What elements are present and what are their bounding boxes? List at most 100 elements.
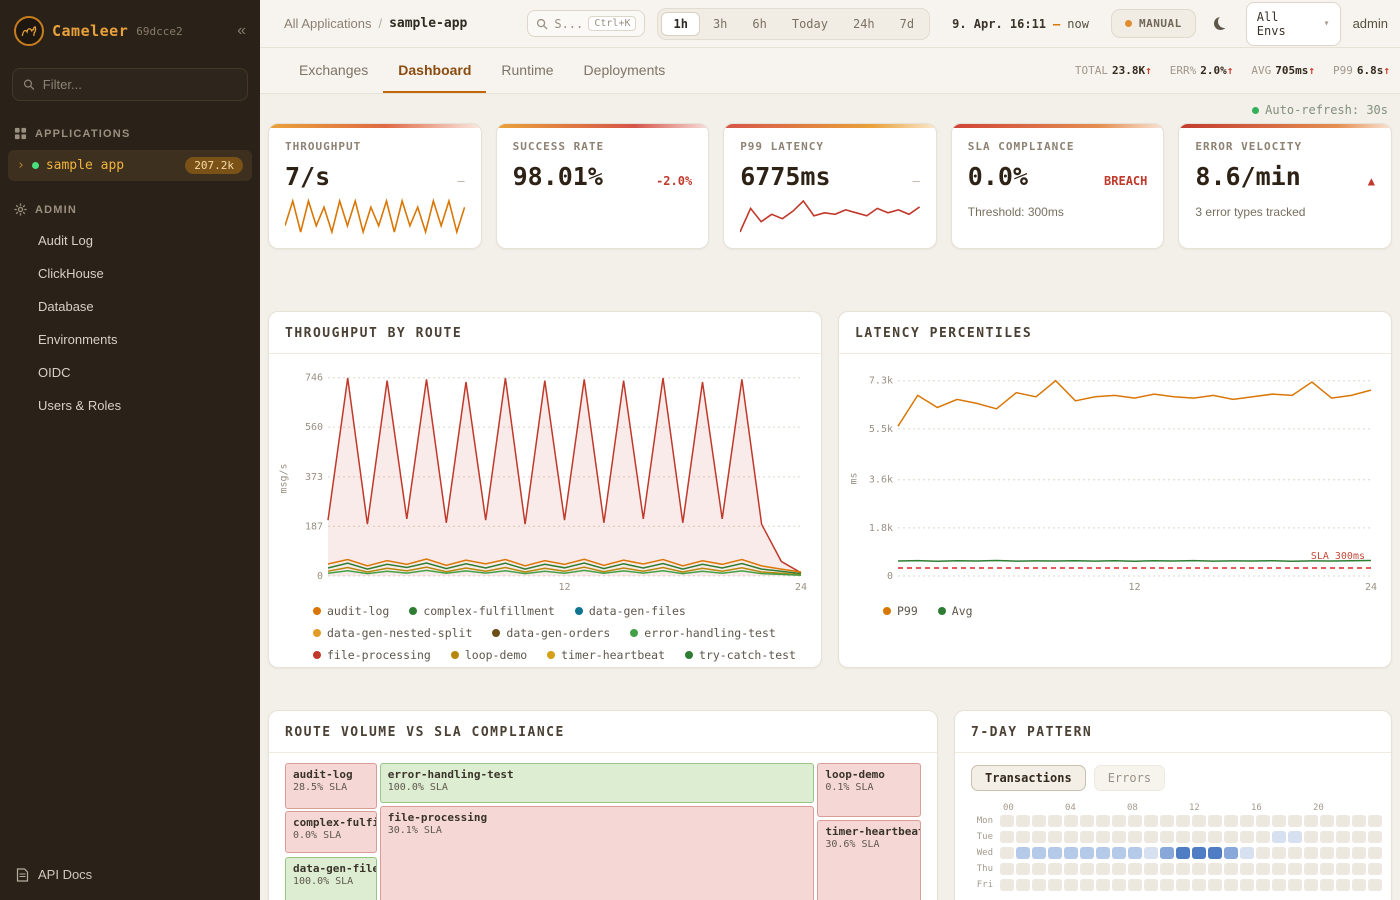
heatmap-cell[interactable] <box>1032 863 1046 875</box>
heatmap-cell[interactable] <box>1016 863 1030 875</box>
heatmap-cell[interactable] <box>1112 879 1126 891</box>
heatmap-cell[interactable] <box>1080 831 1094 843</box>
heatmap-cell[interactable] <box>1240 879 1254 891</box>
heatmap-cell[interactable] <box>1240 847 1254 859</box>
treemap-cell-timer-heartbeat[interactable]: timer-heartbeat30.6% SLA <box>817 820 921 900</box>
heatmap-cell[interactable] <box>1288 879 1302 891</box>
tab-dashboard[interactable]: Dashboard <box>383 48 486 93</box>
tab-deployments[interactable]: Deployments <box>569 48 681 93</box>
date-range[interactable]: 9. Apr. 16:11 — now <box>942 11 1099 37</box>
heatmap-cell[interactable] <box>1272 847 1286 859</box>
heatmap-cell[interactable] <box>1352 879 1366 891</box>
sidebar-item-clickhouse[interactable]: ClickHouse <box>0 257 260 290</box>
heatmap-cell[interactable] <box>1320 831 1334 843</box>
heatmap-cell[interactable] <box>1240 831 1254 843</box>
heatmap-cell[interactable] <box>1208 879 1222 891</box>
sidebar-item-environments[interactable]: Environments <box>0 323 260 356</box>
heatmap-cell[interactable] <box>1304 831 1318 843</box>
heatmap-cell[interactable] <box>1048 847 1062 859</box>
latency-percentiles-chart[interactable]: 01.8k3.6k5.5k7.3k1224SLA 300ms <box>862 362 1381 594</box>
heatmap-cell[interactable] <box>1176 879 1190 891</box>
heatmap-cell[interactable] <box>1112 863 1126 875</box>
sidebar-item-audit-log[interactable]: Audit Log <box>0 224 260 257</box>
heatmap-cell[interactable] <box>1064 831 1078 843</box>
heatmap-cell[interactable] <box>1176 831 1190 843</box>
heatmap-cell[interactable] <box>1352 847 1366 859</box>
heatmap-cell[interactable] <box>1224 863 1238 875</box>
heatmap-cell[interactable] <box>1368 863 1382 875</box>
heatmap-cell[interactable] <box>1160 815 1174 827</box>
heatmap-cell[interactable] <box>1160 831 1174 843</box>
heatmap-cell[interactable] <box>1128 831 1142 843</box>
sidebar-filter[interactable] <box>12 68 248 101</box>
heatmap-cell[interactable] <box>1368 847 1382 859</box>
filter-input[interactable] <box>43 77 237 92</box>
heatmap-cell[interactable] <box>1288 847 1302 859</box>
heatmap-cell[interactable] <box>1096 847 1110 859</box>
heatmap-cell[interactable] <box>1272 879 1286 891</box>
heatmap-cell[interactable] <box>1256 879 1270 891</box>
heatmap-cell[interactable] <box>1112 831 1126 843</box>
heatmap-cell[interactable] <box>1304 879 1318 891</box>
time-range-3h[interactable]: 3h <box>701 12 739 36</box>
heatmap-cell[interactable] <box>1224 879 1238 891</box>
heatmap-cell[interactable] <box>1016 879 1030 891</box>
heatmap-cell[interactable] <box>1192 831 1206 843</box>
heatmap-cell[interactable] <box>1032 831 1046 843</box>
heatmap-cell[interactable] <box>1352 831 1366 843</box>
heatmap-cell[interactable] <box>1144 831 1158 843</box>
tab-exchanges[interactable]: Exchanges <box>284 48 383 93</box>
time-range-1h[interactable]: 1h <box>661 12 699 36</box>
heatmap-cell[interactable] <box>1336 831 1350 843</box>
throughput-by-route-chart[interactable]: 01873735607461224 <box>292 362 811 594</box>
sidebar-item-users-roles[interactable]: Users & Roles <box>0 389 260 422</box>
heatmap-cell[interactable] <box>1160 847 1174 859</box>
heatmap-cell[interactable] <box>1160 879 1174 891</box>
heatmap-cell[interactable] <box>1000 863 1014 875</box>
heatmap-cell[interactable] <box>1128 863 1142 875</box>
heatmap-cell[interactable] <box>1336 815 1350 827</box>
heatmap-cell[interactable] <box>1128 847 1142 859</box>
toggle-transactions[interactable]: Transactions <box>971 765 1086 791</box>
time-range-24h[interactable]: 24h <box>841 12 887 36</box>
heatmap-cell[interactable] <box>1368 879 1382 891</box>
heatmap-cell[interactable] <box>1288 815 1302 827</box>
heatmap-cell[interactable] <box>1192 863 1206 875</box>
manual-refresh-button[interactable]: MANUAL <box>1111 9 1196 38</box>
api-docs-link[interactable]: API Docs <box>0 849 260 900</box>
heatmap-cell[interactable] <box>1064 847 1078 859</box>
heatmap-cell[interactable] <box>1016 831 1030 843</box>
heatmap-cell[interactable] <box>1352 815 1366 827</box>
heatmap-cell[interactable] <box>1128 879 1142 891</box>
heatmap-cell[interactable] <box>1000 831 1014 843</box>
heatmap-cell[interactable] <box>1368 831 1382 843</box>
heatmap-cell[interactable] <box>1064 879 1078 891</box>
heatmap-cell[interactable] <box>1208 815 1222 827</box>
heatmap-cell[interactable] <box>1096 879 1110 891</box>
env-select[interactable]: All Envs ▾ <box>1246 2 1341 46</box>
heatmap-cell[interactable] <box>1096 863 1110 875</box>
heatmap-cell[interactable] <box>1304 815 1318 827</box>
heatmap-cell[interactable] <box>1224 831 1238 843</box>
heatmap-cell[interactable] <box>1224 847 1238 859</box>
heatmap-cell[interactable] <box>1144 863 1158 875</box>
heatmap-cell[interactable] <box>1000 815 1014 827</box>
treemap-cell-data-gen-files[interactable]: data-gen-files100.0% SLA <box>285 857 377 900</box>
heatmap-cell[interactable] <box>1112 815 1126 827</box>
heatmap-cell[interactable] <box>1256 847 1270 859</box>
heatmap-cell[interactable] <box>1368 815 1382 827</box>
treemap-cell-file-processing[interactable]: file-processing30.1% SLA <box>380 806 814 900</box>
treemap-cell-loop-demo[interactable]: loop-demo0.1% SLA <box>817 763 921 817</box>
heatmap-cell[interactable] <box>1240 863 1254 875</box>
heatmap-cell[interactable] <box>1288 831 1302 843</box>
heatmap-cell[interactable] <box>1288 863 1302 875</box>
heatmap-cell[interactable] <box>1224 815 1238 827</box>
dark-mode-toggle[interactable] <box>1208 9 1234 39</box>
heatmap-cell[interactable] <box>1256 815 1270 827</box>
heatmap-cell[interactable] <box>1080 863 1094 875</box>
treemap-cell-audit-log[interactable]: audit-log28.5% SLA <box>285 763 377 809</box>
heatmap-cell[interactable] <box>1080 847 1094 859</box>
time-range-6h[interactable]: 6h <box>740 12 778 36</box>
heatmap-cell[interactable] <box>1048 879 1062 891</box>
treemap-cell-error-handling-test[interactable]: error-handling-test100.0% SLA <box>380 763 814 803</box>
